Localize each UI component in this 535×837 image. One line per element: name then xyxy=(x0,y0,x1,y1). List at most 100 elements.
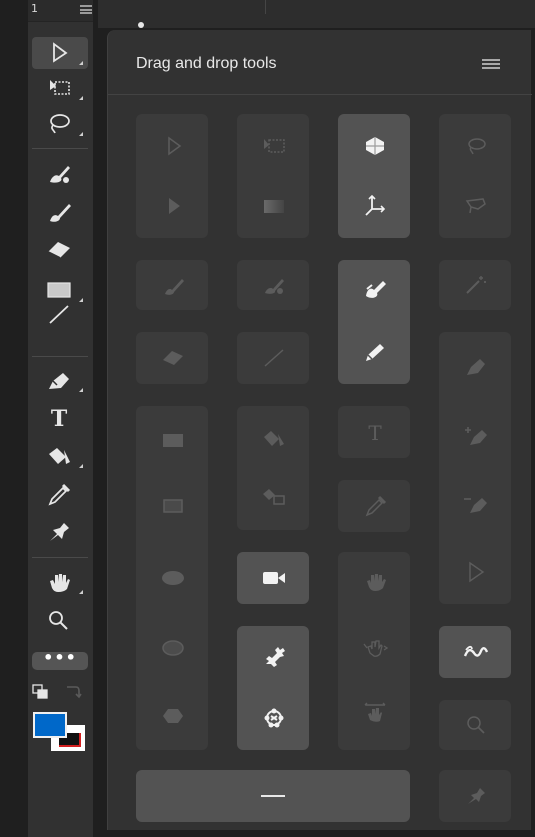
brush-group[interactable] xyxy=(136,260,208,310)
line-tool-slot[interactable] xyxy=(237,328,309,388)
document-tab-bar xyxy=(98,0,535,28)
hand-icon xyxy=(50,574,70,592)
shape-tools-group[interactable] xyxy=(136,406,208,750)
panel-menu-icon[interactable] xyxy=(482,59,500,69)
paint-bucket-group[interactable] xyxy=(237,406,309,530)
magic-wand-icon xyxy=(466,276,486,294)
pencil-tool-slot[interactable] xyxy=(338,322,410,382)
pin-tool-slot[interactable] xyxy=(439,766,511,826)
type-tool-button[interactable]: T xyxy=(32,402,88,434)
type-group[interactable]: T xyxy=(338,406,410,458)
zoom-icon xyxy=(49,611,68,630)
magic-wand-tool-slot[interactable] xyxy=(439,255,511,315)
swap-colors-icon[interactable] xyxy=(64,684,82,700)
eyedropper-tool-slot[interactable] xyxy=(338,476,410,536)
hand-tool-button[interactable] xyxy=(32,566,88,598)
3d-camera-tool-slot[interactable] xyxy=(338,682,410,742)
paint-bucket-icon xyxy=(264,431,284,446)
tools-panel-menu-icon[interactable] xyxy=(80,5,92,14)
toolbar-divider xyxy=(32,148,88,149)
rotate-view-tool-slot[interactable] xyxy=(338,618,410,678)
pin-tool-button[interactable] xyxy=(32,516,88,548)
add-anchor-point-tool-slot[interactable] xyxy=(439,406,511,466)
line-tool-button[interactable] xyxy=(32,298,88,330)
rectangle-frame-tool-slot[interactable] xyxy=(136,476,208,536)
healing-group[interactable] xyxy=(237,260,309,310)
add-anchor-point-icon xyxy=(465,427,487,445)
delete-anchor-point-tool-slot[interactable] xyxy=(439,474,511,534)
content-aware-group[interactable] xyxy=(439,626,511,678)
rotate-view-icon xyxy=(363,640,388,657)
rectangle-tool-slot[interactable] xyxy=(136,410,208,470)
zoom-tool-button[interactable] xyxy=(32,604,88,636)
navigation-tools-group[interactable] xyxy=(338,552,410,750)
puppet-warp-tool-slot[interactable] xyxy=(237,688,309,748)
convert-point-icon xyxy=(469,561,485,583)
convert-point-tool-slot[interactable] xyxy=(439,542,511,602)
brush-tool-button[interactable] xyxy=(32,196,88,228)
content-aware-move-tool-slot[interactable] xyxy=(439,622,511,682)
3d-sphere-icon xyxy=(366,137,384,155)
pen-icon xyxy=(467,359,485,375)
horizontal-type-tool-slot[interactable]: T xyxy=(338,402,410,462)
default-colors-icon[interactable] xyxy=(32,684,52,700)
eraser-tool-slot[interactable] xyxy=(136,328,208,388)
hand-tool-slot[interactable] xyxy=(338,552,410,612)
paint-bucket-tool-button[interactable] xyxy=(32,440,88,472)
polygon-tool-slot[interactable] xyxy=(136,686,208,746)
pen-tool-slot[interactable] xyxy=(439,336,511,396)
move-tool-slot[interactable] xyxy=(136,116,208,176)
mixer-brush-tool-slot[interactable] xyxy=(338,260,410,320)
ellipse-tool-slot[interactable] xyxy=(136,548,208,608)
artboard-tool-slot[interactable] xyxy=(237,116,309,176)
brush-tool-slot[interactable] xyxy=(136,255,208,315)
3d-axis-tool-slot[interactable] xyxy=(338,176,410,236)
direct-select-arrow-icon xyxy=(169,198,180,214)
foreground-color-swatch[interactable] xyxy=(33,712,67,738)
zoom-group[interactable] xyxy=(439,700,511,750)
healing-brush-tool-slot[interactable] xyxy=(237,255,309,315)
bone-icon xyxy=(266,647,285,667)
healing-brush-tool-button[interactable] xyxy=(32,158,88,190)
direct-select-tool-slot[interactable] xyxy=(136,176,208,236)
paint-bucket-tool-slot[interactable] xyxy=(237,410,309,470)
material-drop-tool-slot[interactable] xyxy=(237,468,309,528)
hand-icon xyxy=(367,574,386,591)
move-arrow-icon xyxy=(53,42,68,63)
polygonal-lasso-tool-slot[interactable] xyxy=(439,176,511,236)
gradient-tool-slot[interactable] xyxy=(237,176,309,236)
mixer-brush-group[interactable] xyxy=(338,260,410,384)
move-tool-button[interactable] xyxy=(32,37,88,69)
eyedropper-group[interactable] xyxy=(338,480,410,532)
empty-drop-slot[interactable] xyxy=(136,770,410,822)
zoom-icon xyxy=(467,716,485,734)
pen-tools-group[interactable] xyxy=(439,332,511,604)
type-icon: T xyxy=(51,406,68,430)
lasso-tool-button[interactable] xyxy=(32,108,88,140)
svg-text:T: T xyxy=(368,421,382,444)
move-tools-group[interactable] xyxy=(136,114,208,238)
3d-object-tool-slot[interactable] xyxy=(338,116,410,176)
puppet-warp-group[interactable] xyxy=(237,626,309,750)
video-tool-slot[interactable] xyxy=(237,548,309,608)
eyedropper-tool-button[interactable] xyxy=(32,478,88,510)
video-group[interactable] xyxy=(237,552,309,604)
artboard-tools-group[interactable] xyxy=(237,114,309,238)
bone-tool-slot[interactable] xyxy=(237,626,309,686)
lasso-tool-slot[interactable] xyxy=(439,116,511,176)
puppet-warp-icon xyxy=(264,708,284,728)
pin-icon xyxy=(468,788,485,804)
pen-tool-button[interactable] xyxy=(32,364,88,396)
3d-tools-group[interactable] xyxy=(338,114,410,238)
magic-wand-group[interactable] xyxy=(439,260,511,310)
line-group[interactable] xyxy=(237,332,309,384)
more-tools-button[interactable]: ••• xyxy=(32,650,88,670)
artboard-tool-button[interactable] xyxy=(32,72,88,104)
pin-group[interactable] xyxy=(439,770,511,822)
eraser-group[interactable] xyxy=(136,332,208,384)
type-icon: T xyxy=(368,421,382,444)
eraser-tool-button[interactable] xyxy=(32,234,88,266)
ellipse-frame-tool-slot[interactable] xyxy=(136,618,208,678)
zoom-tool-slot[interactable] xyxy=(439,695,511,755)
lasso-tools-group[interactable] xyxy=(439,114,511,238)
